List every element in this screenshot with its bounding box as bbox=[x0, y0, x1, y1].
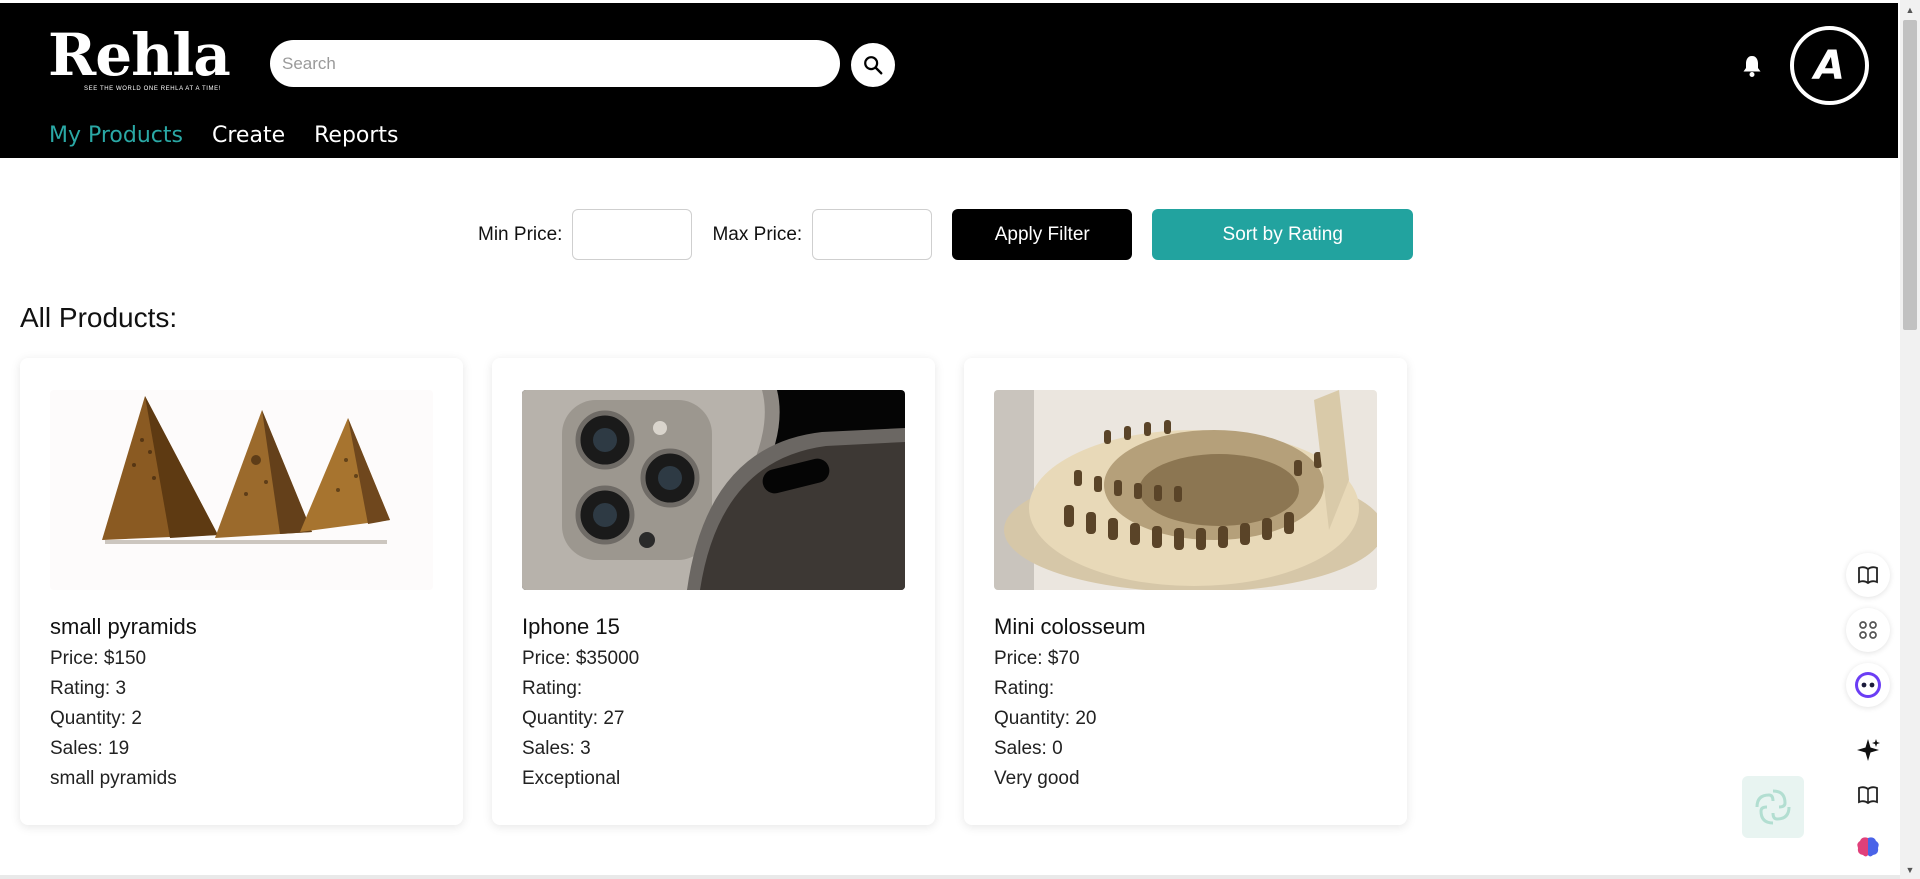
product-name: Mini colosseum bbox=[994, 614, 1146, 639]
avatar-letter: A bbox=[1814, 42, 1845, 89]
product-image-iphone bbox=[522, 390, 905, 590]
product-price: Price: $35000 bbox=[522, 648, 640, 669]
notification-bell-icon[interactable] bbox=[1741, 54, 1763, 78]
product-card[interactable]: Iphone 15 Price: $35000 Rating: Quantity… bbox=[492, 358, 935, 825]
product-quantity: Quantity: 27 bbox=[522, 708, 625, 729]
product-description: Exceptional bbox=[522, 768, 621, 789]
product-rating: Rating: 3 bbox=[50, 678, 127, 699]
product-rating: Rating: bbox=[994, 678, 1055, 699]
product-sales: Sales: 19 bbox=[50, 738, 130, 759]
brain-extension-icon[interactable] bbox=[1846, 825, 1890, 869]
product-quantity: Quantity: 20 bbox=[994, 708, 1097, 729]
filter-bar: Min Price: Max Price: Apply Filter Sort … bbox=[478, 209, 1414, 260]
product-name: small pyramids bbox=[50, 614, 197, 639]
apply-filter-button[interactable]: Apply Filter bbox=[952, 209, 1133, 260]
rehla-logo[interactable]: Rehla SEE THE WORLD ONE REHLA AT A TIME! bbox=[48, 21, 231, 101]
product-name: Iphone 15 bbox=[522, 614, 620, 639]
product-price: Price: $150 bbox=[50, 648, 147, 669]
product-card[interactable]: Mini colosseum Price: $70 Rating: Quanti… bbox=[964, 358, 1407, 825]
reader-book-icon[interactable] bbox=[1846, 553, 1890, 597]
search-icon bbox=[864, 56, 883, 75]
min-price-label: Min Price: bbox=[478, 223, 563, 245]
assistant-bot-icon[interactable] bbox=[1846, 663, 1890, 707]
main-nav: My Products Create Reports bbox=[49, 123, 399, 148]
nav-create[interactable]: Create bbox=[212, 123, 285, 148]
product-description: small pyramids bbox=[50, 768, 177, 789]
user-avatar[interactable]: A bbox=[1790, 26, 1869, 105]
search-button[interactable] bbox=[851, 43, 895, 87]
product-quantity: Quantity: 2 bbox=[50, 708, 142, 729]
min-price-input[interactable] bbox=[572, 209, 693, 260]
command-grid-icon[interactable] bbox=[1846, 608, 1890, 652]
header-bar: Rehla SEE THE WORLD ONE REHLA AT A TIME!… bbox=[0, 3, 1898, 158]
floating-widget-icon[interactable] bbox=[1742, 776, 1804, 838]
product-sales: Sales: 3 bbox=[522, 738, 591, 759]
section-title: All Products: bbox=[20, 302, 178, 333]
logo-tagline: SEE THE WORLD ONE REHLA AT A TIME! bbox=[84, 86, 221, 92]
max-price-input[interactable] bbox=[812, 209, 933, 260]
product-image-colosseum bbox=[994, 390, 1377, 590]
product-sales: Sales: 0 bbox=[994, 738, 1063, 759]
product-image-pyramids bbox=[50, 390, 433, 590]
max-price-label: Max Price: bbox=[712, 223, 803, 245]
product-price: Price: $70 bbox=[994, 648, 1080, 669]
scroll-down-arrow-icon[interactable]: ▼ bbox=[1904, 864, 1916, 876]
reading-mode-icon[interactable] bbox=[1846, 773, 1890, 817]
product-card[interactable]: small pyramids Price: $150 Rating: 3 Qua… bbox=[20, 358, 463, 825]
product-grid: small pyramids Price: $150 Rating: 3 Qua… bbox=[20, 358, 1407, 825]
nav-my-products[interactable]: My Products bbox=[49, 123, 183, 148]
logo-text: Rehla bbox=[48, 21, 231, 89]
sort-by-rating-button[interactable]: Sort by Rating bbox=[1152, 209, 1414, 260]
page-bottom-divider bbox=[0, 875, 1900, 879]
sparkle-ai-icon[interactable] bbox=[1846, 728, 1890, 772]
scrollbar-thumb[interactable] bbox=[1903, 20, 1917, 330]
nav-reports[interactable]: Reports bbox=[314, 123, 398, 148]
scroll-up-arrow-icon[interactable]: ▲ bbox=[1904, 4, 1916, 16]
product-description: Very good bbox=[994, 768, 1080, 789]
search-input[interactable] bbox=[270, 40, 840, 87]
product-rating: Rating: bbox=[522, 678, 583, 699]
